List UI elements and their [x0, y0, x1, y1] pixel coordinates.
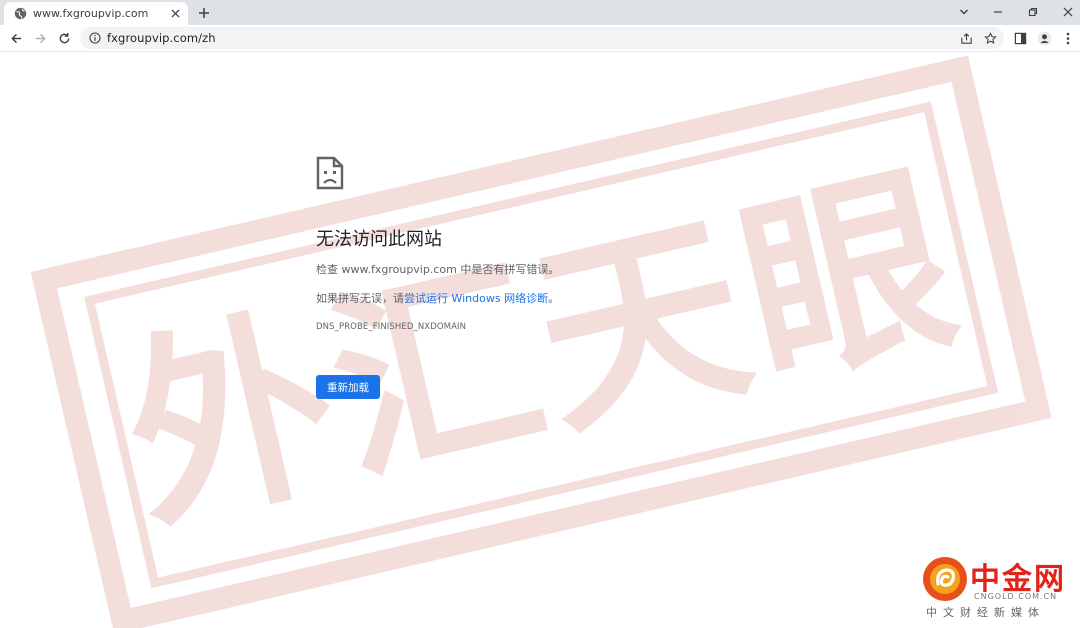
tab-close-icon[interactable]	[168, 7, 182, 21]
browser-tab[interactable]: www.fxgroupvip.com	[4, 2, 188, 25]
cngold-logo: 中金网 CNGOLD.COM.CN 中文财经新媒体	[922, 556, 1072, 620]
tab-search-button[interactable]	[955, 3, 973, 21]
forward-button[interactable]	[32, 30, 48, 46]
bookmark-star-icon[interactable]	[982, 30, 998, 46]
share-icon[interactable]	[958, 30, 974, 46]
refresh-icon	[59, 32, 69, 43]
error-code: DNS_PROBE_FINISHED_NXDOMAIN	[316, 322, 467, 332]
info-icon[interactable]	[88, 31, 102, 45]
error-title: 无法访问此网站	[316, 229, 442, 250]
kebab-menu-icon	[1066, 32, 1070, 44]
logo-tagline: 中文财经新媒体	[926, 606, 1045, 619]
watermark-text: 外汇天眼	[104, 139, 980, 561]
error-hint-spelling: 检查 www.fxgroupvip.com 中是否有拼写错误。	[316, 263, 560, 276]
side-panel-icon	[1014, 32, 1026, 44]
cngold-logo-icon	[923, 557, 967, 601]
arrow-right-icon	[35, 33, 46, 43]
new-tab-button[interactable]	[195, 4, 212, 21]
browser-toolbar: fxgroupvip.com/zh	[0, 25, 1080, 52]
restore-button[interactable]	[1024, 3, 1042, 21]
tab-strip: www.fxgroupvip.com	[0, 0, 1080, 25]
chevron-down-icon	[960, 9, 968, 15]
diagnostics-suffix: 。	[548, 292, 560, 305]
address-bar[interactable]: fxgroupvip.com/zh	[80, 27, 1004, 49]
address-url: fxgroupvip.com/zh	[107, 31, 216, 45]
reload-page-button[interactable]: 重新加载	[316, 375, 380, 399]
profile-button[interactable]	[1036, 30, 1052, 46]
reload-button[interactable]	[56, 30, 72, 46]
plus-icon	[198, 7, 209, 18]
back-button[interactable]	[8, 30, 24, 46]
minimize-button[interactable]	[989, 3, 1007, 21]
side-panel-button[interactable]	[1012, 30, 1028, 46]
minimize-icon	[994, 11, 1002, 13]
globe-icon	[14, 7, 27, 20]
restore-icon	[1028, 7, 1038, 17]
error-hint-diagnostics: 如果拼写无误，请尝试运行 Windows 网络诊断。	[316, 290, 559, 306]
watermark-stamp: 外汇天眼	[30, 55, 1052, 628]
network-diagnostics-link[interactable]: 尝试运行 Windows 网络诊断	[404, 292, 548, 305]
close-window-button[interactable]	[1059, 3, 1077, 21]
arrow-left-icon	[10, 33, 21, 43]
diagnostics-prefix: 如果拼写无误，请	[316, 292, 404, 305]
sad-document-icon	[316, 156, 344, 190]
profile-avatar-icon	[1036, 30, 1052, 46]
tab-title: www.fxgroupvip.com	[33, 7, 149, 20]
close-icon	[1063, 7, 1073, 17]
menu-button[interactable]	[1060, 30, 1076, 46]
logo-domain: CNGOLD.COM.CN	[974, 592, 1058, 601]
